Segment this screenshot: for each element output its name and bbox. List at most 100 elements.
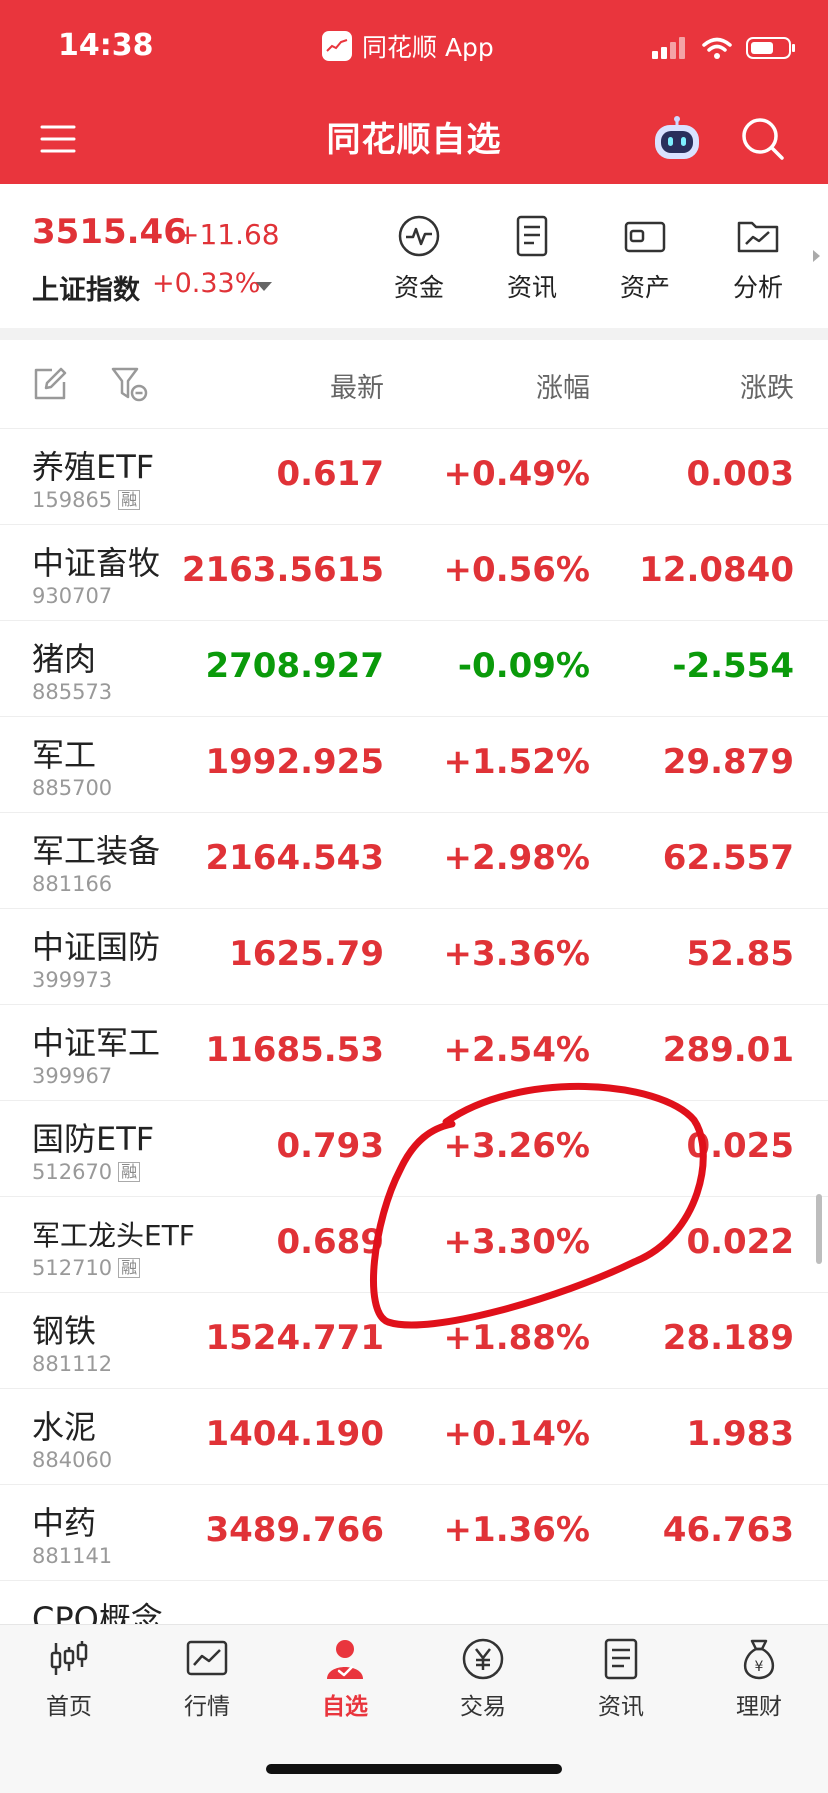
index-change: +11.68 [176, 218, 280, 251]
stock-name: 钢铁 [32, 1312, 97, 1350]
pct-change: +3.36% [443, 934, 590, 974]
stock-code: 930707 [32, 584, 113, 608]
quick-action-news[interactable]: 资讯 [487, 214, 577, 304]
column-latest-header[interactable]: 最新 [330, 366, 384, 405]
status-icons [652, 36, 796, 60]
list-item[interactable]: 中药 881141 3489.766 +1.36% 46.763 [0, 1484, 828, 1581]
edit-icon[interactable] [32, 366, 68, 402]
tab-label: 理财 [736, 1694, 782, 1720]
list-item[interactable]: 养殖ETF 159865 融 0.617 +0.49% 0.003 [0, 428, 828, 525]
price-change: 62.557 [662, 838, 794, 878]
list-item[interactable]: 国防ETF 512670 融 0.793 +3.26% 0.025 [0, 1100, 828, 1197]
quick-action-label: 资产 [619, 273, 670, 302]
status-app-name: 同花顺 App [362, 33, 494, 62]
margin-badge: 融 [118, 1258, 141, 1278]
price-change: 0.003 [686, 454, 794, 494]
stock-code: 512670 [32, 1160, 113, 1184]
stock-code-wrap: 881166 [32, 872, 112, 896]
latest-price: 2164.543 [205, 838, 384, 878]
stock-code: 881141 [32, 1544, 113, 1568]
quick-action-assets[interactable]: 资产 [600, 214, 690, 304]
list-item[interactable]: CPO概念 [0, 1580, 828, 1624]
pct-change: +2.98% [443, 838, 590, 878]
list-item[interactable]: 军工装备 881166 2164.543 +2.98% 62.557 [0, 812, 828, 909]
list-item[interactable]: 中证国防 399973 1625.79 +3.36% 52.85 [0, 908, 828, 1005]
tab-market[interactable]: 行情 [138, 1637, 276, 1721]
robot-assistant-icon[interactable] [652, 116, 702, 162]
pct-change: +0.14% [443, 1414, 590, 1454]
stock-code: 884060 [32, 1448, 113, 1472]
list-item[interactable]: 军工 885700 1992.925 +1.52% 29.879 [0, 716, 828, 813]
stock-code: 399973 [32, 968, 113, 992]
stock-code-wrap: 885700 [32, 776, 112, 800]
pct-change: +1.36% [443, 1510, 590, 1550]
margin-badge: 融 [118, 1162, 141, 1182]
latest-price: 2163.5615 [181, 550, 384, 590]
app-header: 14:38 同花顺 App 同花顺自选 [0, 0, 828, 184]
quick-action-label: 资讯 [506, 273, 557, 302]
status-app-indicator[interactable]: 同花顺 App [322, 28, 494, 64]
signal-icon [652, 37, 685, 59]
filter-icon[interactable] [110, 366, 150, 402]
stock-code: 159865 [32, 488, 113, 512]
pct-change: +1.52% [443, 742, 590, 782]
pct-change: +0.56% [443, 550, 590, 590]
wifi-icon [702, 37, 732, 59]
tab-home[interactable]: 首页 [0, 1637, 138, 1721]
list-item[interactable]: 水泥 884060 1404.190 +0.14% 1.983 [0, 1388, 828, 1485]
column-change-header[interactable]: 涨跌 [740, 366, 794, 405]
quick-action-label: 资金 [393, 273, 444, 302]
pct-change: -0.09% [457, 646, 590, 686]
pct-change: +0.49% [443, 454, 590, 494]
quick-action-funds[interactable]: 资金 [374, 214, 464, 304]
tab-trade[interactable]: 交易 [414, 1637, 552, 1721]
more-arrow-icon[interactable] [813, 250, 820, 262]
list-item[interactable]: 军工龙头ETF 512710 融 0.689 +3.30% 0.022 [0, 1196, 828, 1293]
tab-label: 资讯 [598, 1694, 644, 1720]
tab-label: 自选 [322, 1694, 368, 1720]
stock-name: 军工 [32, 736, 97, 774]
svg-text:¥: ¥ [755, 1659, 764, 1675]
latest-price: 1524.771 [205, 1318, 384, 1358]
stock-code-wrap: 159865 融 [32, 488, 141, 512]
stock-name: 中药 [32, 1504, 97, 1542]
market-chart-icon [186, 1640, 228, 1676]
list-item[interactable]: 钢铁 881112 1524.771 +1.88% 28.189 [0, 1292, 828, 1389]
index-value: 3515.46 [32, 212, 187, 252]
home-indicator[interactable] [266, 1764, 562, 1774]
section-divider [0, 328, 828, 340]
tab-news[interactable]: 资讯 [552, 1637, 690, 1721]
list-item[interactable]: 猪肉 885573 2708.927 -0.09% -2.554 [0, 620, 828, 717]
candlestick-icon [50, 1641, 88, 1675]
stock-name: 军工龙头ETF [32, 1219, 195, 1252]
stock-code: 885700 [32, 776, 113, 800]
stock-code: 881166 [32, 872, 113, 896]
latest-price: 0.617 [276, 454, 384, 494]
stock-code-wrap: 512710 融 [32, 1256, 141, 1280]
tab-wealth[interactable]: ¥ 理财 [690, 1637, 828, 1721]
pulse-icon [398, 215, 440, 257]
news-icon [604, 1638, 638, 1680]
status-time: 14:38 [58, 28, 154, 63]
stock-code-wrap: 399967 [32, 1064, 112, 1088]
tab-label: 首页 [46, 1694, 92, 1720]
index-strip[interactable]: 3515.46 +11.68 上证指数 +0.33% 资金 资讯 资产 分析 [0, 184, 828, 328]
stock-code: 399967 [32, 1064, 113, 1088]
list-item[interactable]: 中证军工 399967 11685.53 +2.54% 289.01 [0, 1004, 828, 1101]
index-dropdown-caret-icon[interactable] [256, 282, 272, 291]
list-item[interactable]: 中证畜牧 930707 2163.5615 +0.56% 12.0840 [0, 524, 828, 621]
document-icon [516, 215, 548, 257]
scrollbar-thumb[interactable] [816, 1194, 822, 1264]
wallet-icon [624, 221, 666, 253]
latest-price: 11685.53 [205, 1030, 384, 1070]
search-icon[interactable] [740, 116, 786, 162]
quick-action-analysis[interactable]: 分析 [713, 214, 803, 304]
column-pct-header[interactable]: 涨幅 [536, 366, 590, 405]
pct-change: +1.88% [443, 1318, 590, 1358]
price-change: 1.983 [686, 1414, 794, 1454]
price-change: 0.022 [686, 1222, 794, 1262]
stock-code-wrap: 930707 [32, 584, 112, 608]
latest-price: 0.793 [276, 1126, 384, 1166]
tab-watchlist[interactable]: 自选 [276, 1637, 414, 1721]
stock-code-wrap: 885573 [32, 680, 112, 704]
